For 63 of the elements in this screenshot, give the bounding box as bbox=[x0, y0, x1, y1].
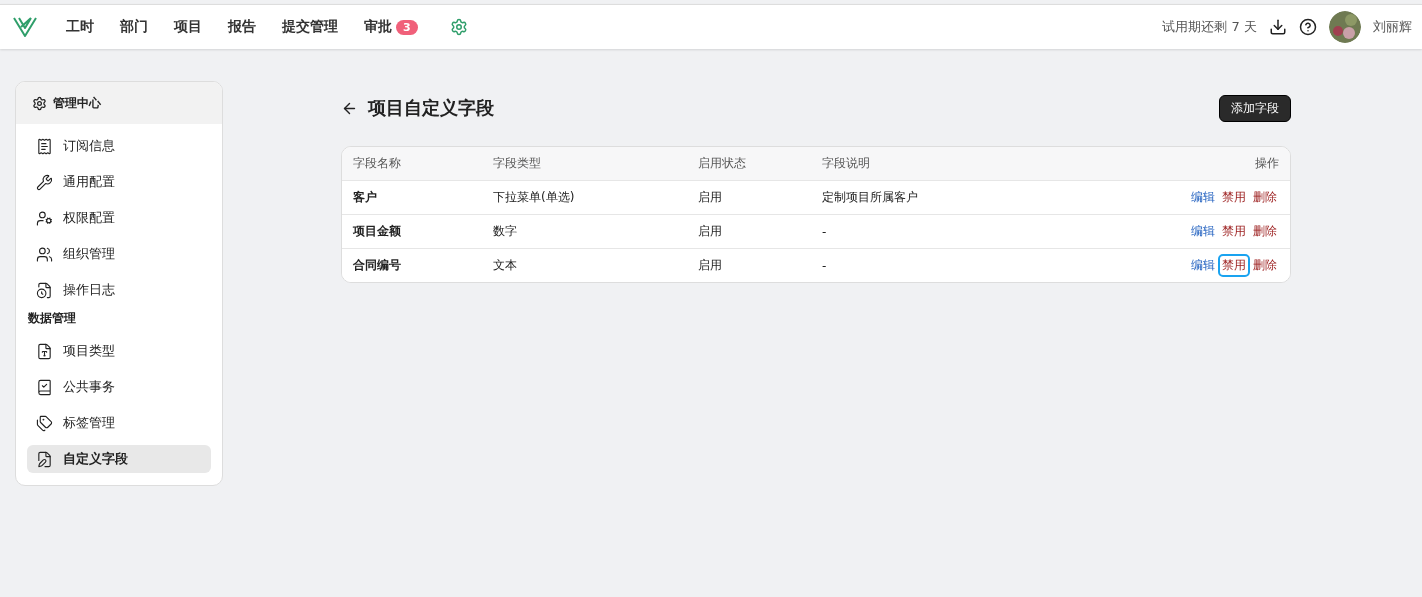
table-cell-text: 客户 bbox=[353, 189, 378, 206]
trial-notice: 试用期还剩 7 天 bbox=[1162, 18, 1257, 36]
column-header: 字段说明 bbox=[822, 155, 871, 172]
settings-icon[interactable] bbox=[449, 18, 468, 36]
action-link[interactable]: 禁用 bbox=[1220, 256, 1248, 275]
table-cell-text: 项目金额 bbox=[353, 223, 402, 240]
action-link[interactable]: 禁用 bbox=[1220, 188, 1248, 207]
sidebar-item[interactable]: 自定义字段 bbox=[27, 445, 211, 473]
page-title: 项目自定义字段 bbox=[368, 96, 494, 120]
table-cell-text: 数字 bbox=[493, 223, 518, 240]
add-field-button[interactable]: 添加字段 bbox=[1219, 94, 1291, 122]
nav-tab[interactable]: 工时 bbox=[66, 18, 94, 36]
users-icon bbox=[36, 245, 53, 263]
table-cell-text: 文本 bbox=[493, 257, 518, 274]
table-cell-text: - bbox=[822, 258, 828, 273]
help-icon[interactable] bbox=[1299, 18, 1317, 36]
edit-link[interactable]: 编辑 bbox=[1189, 222, 1217, 241]
tags-icon bbox=[36, 414, 53, 432]
count-badge: 3 bbox=[396, 19, 418, 35]
logo-icon bbox=[12, 15, 38, 39]
table-cell-text: 合同编号 bbox=[353, 257, 402, 274]
user-name[interactable]: 刘丽辉 bbox=[1373, 18, 1412, 36]
user-gear-icon bbox=[36, 209, 53, 227]
wrench-icon bbox=[36, 173, 53, 191]
table-cell-text: 启用 bbox=[698, 223, 723, 240]
nav-tab[interactable]: 提交管理 bbox=[282, 18, 338, 36]
edit-link[interactable]: 编辑 bbox=[1189, 188, 1217, 207]
settings-icon bbox=[32, 95, 47, 111]
table-cell-text: 启用 bbox=[698, 257, 723, 274]
download-icon[interactable] bbox=[1269, 18, 1287, 36]
user-avatar[interactable] bbox=[1329, 11, 1361, 43]
edit-link[interactable]: 编辑 bbox=[1189, 256, 1217, 275]
sidebar-title: 管理中心 bbox=[53, 94, 101, 112]
nav-tab[interactable]: 部门 bbox=[120, 18, 148, 36]
table-cell-text: - bbox=[822, 224, 828, 239]
section-heading: 数据管理 bbox=[27, 310, 77, 327]
column-header: 字段名称 bbox=[353, 155, 402, 172]
nav-tab[interactable]: 项目 bbox=[174, 18, 202, 36]
file-text-icon bbox=[36, 342, 53, 360]
action-link[interactable]: 删除 bbox=[1251, 222, 1279, 241]
sidebar-item[interactable]: 权限配置 bbox=[27, 204, 211, 232]
table-cell-text: 启用 bbox=[698, 189, 723, 206]
column-header: 字段类型 bbox=[493, 155, 542, 172]
file-clock-icon bbox=[36, 281, 53, 299]
nav-tab[interactable]: 报告 bbox=[228, 18, 256, 36]
table-cell-text: 定制项目所属客户 bbox=[822, 189, 919, 206]
sidebar-item[interactable]: 订阅信息 bbox=[27, 132, 211, 160]
book-check-icon bbox=[36, 378, 53, 396]
table-cell-text: 下拉菜单(单选) bbox=[493, 189, 576, 206]
sidebar-item[interactable]: 组织管理 bbox=[27, 240, 211, 268]
action-link[interactable]: 禁用 bbox=[1220, 222, 1248, 241]
sidebar-item[interactable]: 标签管理 bbox=[27, 409, 211, 437]
sidebar-item[interactable]: 公共事务 bbox=[27, 373, 211, 401]
column-header: 操作 bbox=[1254, 155, 1279, 172]
file-pen-icon bbox=[36, 450, 53, 468]
action-link[interactable]: 删除 bbox=[1251, 256, 1279, 275]
nav-tab[interactable]: 审批 3 bbox=[364, 18, 418, 36]
receipt-icon bbox=[36, 137, 53, 155]
column-header: 启用状态 bbox=[698, 155, 747, 172]
sidebar-item[interactable]: 通用配置 bbox=[27, 168, 211, 196]
sidebar-item[interactable]: 操作日志 bbox=[27, 276, 211, 304]
action-link[interactable]: 删除 bbox=[1251, 188, 1279, 207]
sidebar-item[interactable]: 项目类型 bbox=[27, 337, 211, 365]
